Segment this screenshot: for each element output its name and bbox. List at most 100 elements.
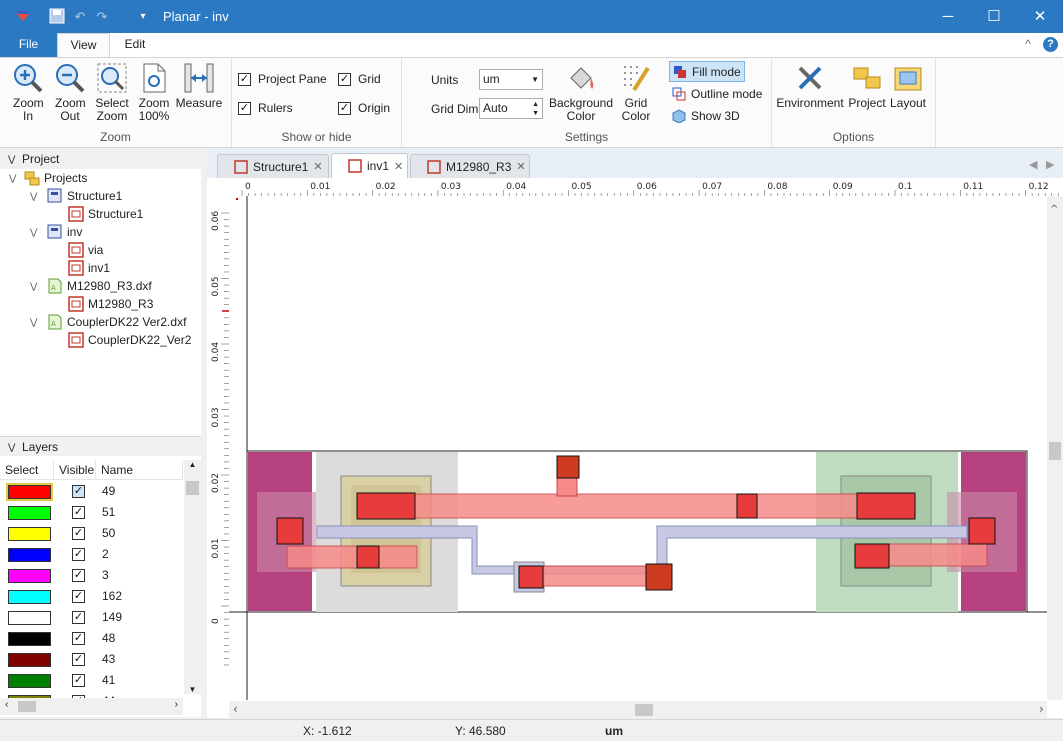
spinner-arrows-icon[interactable]: ▲ ▼: [532, 100, 539, 118]
layer-row[interactable]: ✓ 49: [0, 481, 183, 502]
redo-icon[interactable]: ↷: [93, 8, 111, 26]
layer-row[interactable]: ✓ 43: [0, 649, 183, 670]
close-tab-icon[interactable]: ✕: [313, 160, 322, 173]
measure-button[interactable]: Measure: [175, 62, 223, 110]
layer-row[interactable]: ✓ 162: [0, 586, 183, 607]
scroll-up-icon[interactable]: ▲: [184, 460, 201, 469]
maximize-button[interactable]: ☐: [971, 0, 1017, 33]
grid-dim-spinner[interactable]: Auto ▲ ▼: [479, 98, 543, 119]
zoom-out-button[interactable]: Zoom Out: [50, 62, 90, 123]
layout-svg[interactable]: 0 0.01 0.02 0.03 0.04 0.05 0.06 0.07 0.08 0.09 0.1…: [207, 178, 1063, 718]
layer-color-swatch[interactable]: [8, 674, 51, 688]
layer-visible-checkbox[interactable]: ✓: [72, 653, 85, 666]
fill-mode-button[interactable]: Fill mode: [669, 61, 745, 82]
save-icon[interactable]: [48, 8, 66, 26]
layer-visible-checkbox[interactable]: ✓: [72, 674, 85, 687]
project-pane-header[interactable]: ⋁ Project: [0, 149, 201, 169]
layer-row[interactable]: ✓ 3: [0, 565, 183, 586]
scroll-left-icon[interactable]: ‹: [5, 699, 8, 710]
project-pane-checkbox[interactable]: ✓ Project Pane: [238, 72, 327, 86]
layer-color-swatch[interactable]: [8, 548, 51, 562]
scroll-thumb[interactable]: [186, 481, 199, 495]
expand-toggle-icon[interactable]: ⋁: [30, 317, 37, 328]
scroll-right-icon[interactable]: ›: [175, 699, 178, 710]
origin-checkbox[interactable]: ✓ Origin: [338, 101, 390, 115]
expand-toggle-icon[interactable]: ⋁: [30, 227, 37, 238]
metal-route-left[interactable]: [286, 545, 418, 569]
tree-node-via[interactable]: via: [68, 241, 103, 259]
doc-tab-m12980-r3[interactable]: M12980_R3 ✕: [410, 154, 530, 178]
layer-visible-checkbox[interactable]: ✓: [72, 611, 85, 624]
zoom-100-button[interactable]: Zoom 100%: [134, 62, 174, 123]
tree-node-structure1[interactable]: Structure1: [47, 187, 122, 205]
zoom-in-button[interactable]: Zoom In: [8, 62, 48, 123]
layout-canvas[interactable]: 0 0.01 0.02 0.03 0.04 0.05 0.06 0.07 0.08 0.09 0.1…: [207, 178, 1063, 718]
show-3d-button[interactable]: Show 3D: [669, 105, 743, 126]
close-button[interactable]: ✕: [1017, 0, 1063, 33]
expand-toggle-icon[interactable]: ⋁: [30, 281, 37, 292]
tree-node-m12980-dxf[interactable]: A M12980_R3.dxf: [47, 277, 152, 295]
scroll-down-icon[interactable]: ▼: [184, 685, 201, 694]
layer-color-swatch[interactable]: [8, 653, 51, 667]
close-tab-icon[interactable]: ✕: [516, 160, 525, 173]
tab-scroll-right-icon[interactable]: ▶: [1046, 158, 1054, 171]
doc-tab-inv1[interactable]: inv1 ✕: [331, 153, 408, 178]
close-tab-icon[interactable]: ✕: [394, 160, 403, 173]
layer-visible-checkbox[interactable]: ✓: [72, 527, 85, 540]
collapse-ribbon-icon[interactable]: ^: [1021, 33, 1035, 57]
tab-scroll-left-icon[interactable]: ◀: [1029, 158, 1037, 171]
layer-row[interactable]: ✓ 2: [0, 544, 183, 565]
tab-edit[interactable]: Edit: [112, 33, 158, 57]
tree-node-coupler-ver2[interactable]: CouplerDK22_Ver2: [68, 331, 191, 349]
tree-node-m12980-r3[interactable]: M12980_R3: [68, 295, 153, 313]
layer-color-swatch[interactable]: [6, 483, 53, 501]
layer-visible-checkbox[interactable]: ✓: [72, 548, 85, 561]
layer-color-swatch[interactable]: [8, 611, 51, 625]
col-select[interactable]: Select: [0, 460, 54, 480]
environment-button[interactable]: Environment: [776, 62, 844, 110]
layer-row[interactable]: ✓ 51: [0, 502, 183, 523]
layout-button[interactable]: Layout: [888, 62, 928, 110]
layer-visible-checkbox[interactable]: ✓: [72, 632, 85, 645]
hscroll-thumb[interactable]: [18, 701, 36, 712]
layer-visible-checkbox[interactable]: ✓: [72, 485, 85, 498]
undo-icon[interactable]: ↶: [71, 8, 89, 26]
background-color-button[interactable]: Background Color: [548, 62, 614, 123]
col-visible[interactable]: Visible: [54, 460, 96, 480]
layers-scrollbar[interactable]: ▲ ▼: [184, 460, 201, 694]
canvas-hscroll-thumb[interactable]: [635, 704, 653, 716]
layer-row[interactable]: ✓ 41: [0, 670, 183, 691]
layer-color-swatch[interactable]: [8, 590, 51, 604]
tab-file[interactable]: File: [0, 33, 57, 57]
tree-node-coupler-dxf[interactable]: A CouplerDK22 Ver2.dxf: [47, 313, 186, 331]
tab-view[interactable]: View: [57, 33, 110, 57]
select-zoom-button[interactable]: Select Zoom: [92, 62, 132, 123]
expand-toggle-icon[interactable]: ⋁: [30, 191, 37, 202]
layer-color-swatch[interactable]: [8, 527, 51, 541]
doc-tab-structure1[interactable]: Structure1 ✕: [217, 154, 329, 178]
grid-color-button[interactable]: Grid Color: [616, 62, 656, 123]
layers-hscrollbar[interactable]: ‹ ›: [0, 698, 183, 715]
outline-mode-button[interactable]: Outline mode: [669, 83, 765, 104]
minimize-button[interactable]: ─: [925, 0, 971, 33]
layers-header[interactable]: ⋁ Layers: [0, 436, 201, 456]
tree-node-structure1-cell[interactable]: Structure1: [68, 205, 143, 223]
expand-toggle-icon[interactable]: ⋁: [9, 173, 16, 184]
col-name[interactable]: Name: [96, 460, 183, 480]
app-logo-icon[interactable]: [14, 8, 32, 26]
help-icon[interactable]: ?: [1043, 37, 1058, 52]
layer-row[interactable]: ✓ 149: [0, 607, 183, 628]
canvas-vscroll-thumb[interactable]: [1049, 442, 1061, 460]
layer-color-swatch[interactable]: [8, 506, 51, 520]
layer-row[interactable]: ✓ 48: [0, 628, 183, 649]
customize-toolbar-icon[interactable]: ▾: [134, 8, 152, 26]
project-button[interactable]: Project: [846, 62, 888, 110]
units-combo[interactable]: um ▼: [479, 69, 543, 90]
rulers-checkbox[interactable]: ✓ Rulers: [238, 101, 293, 115]
tree-node-inv[interactable]: inv: [47, 223, 82, 241]
tree-node-projects[interactable]: Projects: [24, 169, 87, 187]
layer-row[interactable]: ✓ 50: [0, 523, 183, 544]
metal-route-top[interactable]: [356, 493, 898, 519]
layer-visible-checkbox[interactable]: ✓: [72, 590, 85, 603]
layer-visible-checkbox[interactable]: ✓: [72, 569, 85, 582]
